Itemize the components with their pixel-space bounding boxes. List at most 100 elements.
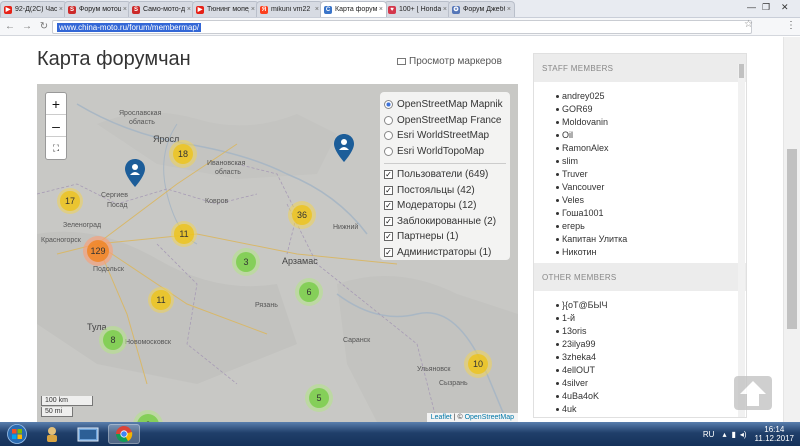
- back-icon[interactable]: ←: [3, 20, 17, 34]
- member-name-link[interactable]: егерь: [556, 220, 746, 233]
- language-indicator[interactable]: RU: [703, 430, 715, 439]
- member-name-link[interactable]: RamonAlex: [556, 142, 746, 155]
- member-name-link[interactable]: 4ellOUT: [556, 364, 746, 377]
- overlay-layer-option[interactable]: ✓ Постояльцы (42): [384, 183, 506, 199]
- member-name-link[interactable]: Veles: [556, 194, 746, 207]
- tab-close-icon[interactable]: ×: [315, 6, 319, 13]
- browser-tab[interactable]: CКарта форумча×: [320, 1, 387, 17]
- marker-cluster[interactable]: 129: [83, 236, 113, 266]
- member-map[interactable]: Ярославская область Яросл Ивановская область…: [37, 84, 518, 422]
- browser-tab[interactable]: Яmikuni vm22 ×: [256, 1, 323, 17]
- checkbox[interactable]: ✓: [384, 216, 393, 226]
- radio-button[interactable]: [384, 100, 393, 110]
- member-name-link[interactable]: slim: [556, 155, 746, 168]
- marker-cluster[interactable]: 6: [295, 278, 323, 306]
- maximize-icon[interactable]: ❐: [762, 2, 770, 13]
- browser-tab[interactable]: ▶ Тюнинг мопед ×: [192, 1, 259, 17]
- base-layer-option[interactable]: OpenStreetMap Mapnik: [384, 97, 506, 113]
- member-name-link[interactable]: Oil: [556, 129, 746, 142]
- member-name-link[interactable]: 3zheka4: [556, 351, 746, 364]
- close-window-icon[interactable]: ✕: [781, 2, 789, 13]
- reload-icon[interactable]: ↻: [37, 20, 51, 34]
- marker-cluster[interactable]: 8: [99, 326, 127, 354]
- checkbox[interactable]: ✓: [384, 247, 393, 257]
- member-pin-icon[interactable]: [333, 133, 355, 163]
- network-icon[interactable]: ▮: [731, 430, 735, 439]
- checkbox[interactable]: ✓: [384, 185, 393, 195]
- marker-cluster[interactable]: 17: [57, 188, 83, 214]
- marker-cluster[interactable]: 5: [305, 384, 333, 412]
- bookmark-star-icon[interactable]: ☆: [744, 19, 753, 30]
- member-pin-icon[interactable]: [124, 158, 146, 188]
- marker-cluster[interactable]: 11: [148, 287, 174, 313]
- view-markers-link[interactable]: Просмотр маркеров: [397, 56, 502, 67]
- checkbox[interactable]: ✓: [384, 170, 393, 180]
- marker-cluster[interactable]: 3: [232, 248, 260, 276]
- chrome-taskbar-icon[interactable]: [108, 424, 140, 444]
- leaflet-link[interactable]: Leaflet: [431, 414, 452, 421]
- osm-link[interactable]: OpenStreetMap: [465, 414, 514, 421]
- member-name-link[interactable]: 4silver: [556, 377, 746, 390]
- member-name-link[interactable]: 4uBa4oK: [556, 390, 746, 403]
- clock[interactable]: 16:14 11.12.2017: [755, 425, 794, 443]
- member-name-link[interactable]: 23ilya99: [556, 338, 746, 351]
- tray-arrow-icon[interactable]: ▴: [722, 430, 726, 439]
- member-name-link[interactable]: Никотин: [556, 246, 746, 259]
- member-name-link[interactable]: Truver: [556, 168, 746, 181]
- scroll-to-top-button[interactable]: [734, 376, 772, 410]
- tab-close-icon[interactable]: ×: [443, 6, 447, 13]
- volume-icon[interactable]: ◂): [740, 430, 747, 439]
- forward-icon[interactable]: →: [20, 20, 34, 34]
- member-name-link[interactable]: 13oris: [556, 325, 746, 338]
- member-name-link[interactable]: GOR69: [556, 103, 746, 116]
- tab-close-icon[interactable]: ×: [507, 6, 511, 13]
- start-button[interactable]: [2, 423, 32, 445]
- user-taskbar-icon[interactable]: [36, 424, 68, 444]
- base-layer-option[interactable]: Esri WorldStreetMap: [384, 128, 506, 144]
- overlay-layer-option[interactable]: ✓ Заблокированные (2): [384, 214, 506, 230]
- page-scrollbar[interactable]: [783, 37, 800, 422]
- browser-tab[interactable]: ✪Форум Джеббер×: [448, 1, 515, 17]
- member-name-link[interactable]: 1-й: [556, 312, 746, 325]
- overlay-layer-option[interactable]: ✓ Пользователи (649): [384, 167, 506, 183]
- sidebar-scrollbar[interactable]: [738, 64, 745, 417]
- tab-close-icon[interactable]: ×: [251, 6, 255, 13]
- radio-button[interactable]: [384, 115, 393, 125]
- member-name-link[interactable]: 4uk: [556, 403, 746, 416]
- member-name-link[interactable]: Гоша1001: [556, 207, 746, 220]
- member-name-link[interactable]: Капитан Улитка: [556, 233, 746, 246]
- checkbox[interactable]: ✓: [384, 201, 393, 211]
- address-bar[interactable]: www.china-moto.ru/forum/membermap/: [52, 20, 752, 34]
- tab-close-icon[interactable]: ×: [187, 6, 191, 13]
- browser-tab[interactable]: SФорум мотоцикло×: [64, 1, 131, 17]
- overlay-layer-option[interactable]: ✓ Администраторы (1): [384, 245, 506, 261]
- overlay-layer-option[interactable]: ✓ Модераторы (12): [384, 198, 506, 214]
- marker-cluster[interactable]: 36: [288, 201, 316, 229]
- browser-menu-icon[interactable]: ⋮: [786, 20, 796, 31]
- radio-button[interactable]: [384, 131, 393, 141]
- tab-close-icon[interactable]: ×: [59, 6, 63, 13]
- page-scrollbar-thumb[interactable]: [787, 149, 797, 329]
- marker-cluster[interactable]: 11: [171, 221, 197, 247]
- fullscreen-icon[interactable]: ⛶: [46, 137, 66, 159]
- radio-button[interactable]: [384, 146, 393, 156]
- tab-close-icon[interactable]: ×: [123, 6, 127, 13]
- explorer-taskbar-icon[interactable]: [72, 424, 104, 444]
- zoom-in-button[interactable]: +: [46, 93, 66, 115]
- base-layer-option[interactable]: OpenStreetMap France: [384, 113, 506, 129]
- base-layer-option[interactable]: Esri WorldTopoMap: [384, 144, 506, 160]
- browser-tab[interactable]: SСамо-мото-деле×: [128, 1, 195, 17]
- tab-close-icon[interactable]: ×: [379, 6, 383, 13]
- zoom-out-button[interactable]: –: [46, 115, 66, 137]
- member-name-link[interactable]: andrey025: [556, 90, 746, 103]
- browser-tab[interactable]: ♥100+ [ Honda D×: [384, 1, 451, 17]
- marker-cluster[interactable]: 18: [169, 140, 197, 168]
- checkbox[interactable]: ✓: [384, 232, 393, 242]
- overlay-layer-option[interactable]: ✓ Партнеры (1): [384, 229, 506, 245]
- member-name-link[interactable]: Vancouver: [556, 181, 746, 194]
- browser-tab[interactable]: ▶92-Д(2С) Часть 3×: [0, 1, 67, 17]
- minimize-icon[interactable]: —: [747, 2, 756, 12]
- member-name-link[interactable]: }{оТ@БЫЧ: [556, 299, 746, 312]
- member-name-link[interactable]: Moldovanin: [556, 116, 746, 129]
- marker-cluster[interactable]: 10: [464, 350, 492, 378]
